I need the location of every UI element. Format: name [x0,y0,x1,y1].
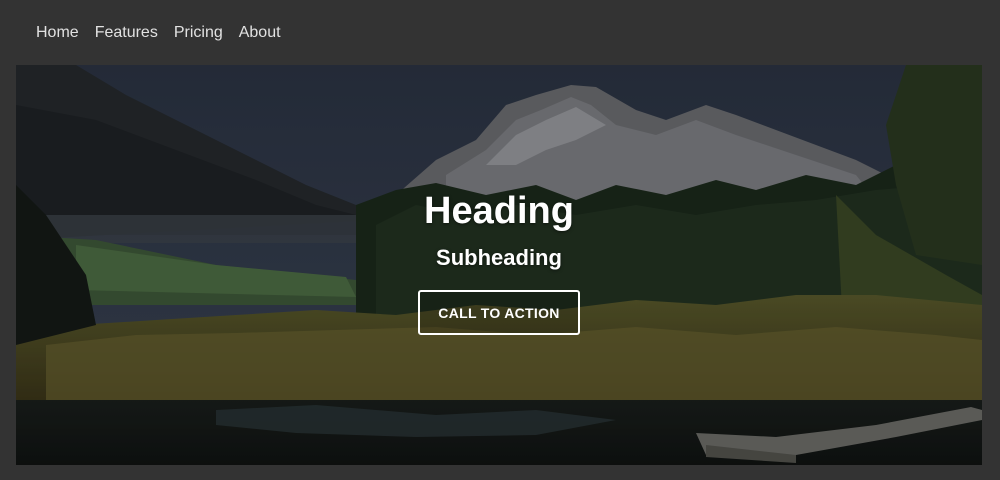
call-to-action-button[interactable]: CALL TO ACTION [418,290,580,335]
nav-link-about[interactable]: About [231,24,289,42]
hero-content: Heading Subheading CALL TO ACTION [16,187,982,335]
nav-links: Home Features Pricing About [0,24,289,42]
nav-link-home[interactable]: Home [28,24,87,42]
top-nav: Home Features Pricing About [0,0,1000,66]
nav-link-pricing[interactable]: Pricing [166,24,231,42]
hero-section: Heading Subheading CALL TO ACTION [16,65,982,465]
hero-heading: Heading [424,190,574,232]
hero-subheading: Subheading [436,245,562,270]
nav-link-features[interactable]: Features [87,24,166,42]
